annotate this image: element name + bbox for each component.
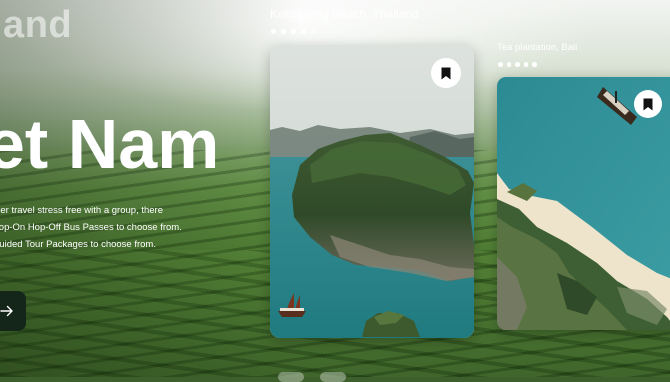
card-photo bbox=[270, 45, 474, 338]
bottom-pagination bbox=[278, 372, 346, 382]
rating-dot bbox=[498, 62, 503, 67]
rating-dot bbox=[515, 62, 520, 67]
card-location-label: Kekingking Beach, Thailand bbox=[270, 7, 419, 21]
bookmark-button[interactable] bbox=[634, 90, 662, 118]
rating-dot bbox=[523, 62, 528, 67]
arrow-right-icon bbox=[0, 305, 13, 317]
next-arrow-button[interactable] bbox=[0, 291, 26, 331]
hero-title: et Nam bbox=[0, 105, 220, 183]
pagination-pill[interactable] bbox=[320, 372, 346, 382]
destination-card-bali[interactable] bbox=[497, 77, 670, 330]
hero-description-line: rather travel stress free with a group, … bbox=[0, 205, 163, 216]
rating-dot bbox=[291, 29, 296, 34]
rating-dot bbox=[271, 29, 276, 34]
hero-description-line: e Guided Tour Packages to choose from. bbox=[0, 239, 156, 250]
hero-description-line: e Hop-On Hop-Off Bus Passes to choose fr… bbox=[0, 222, 182, 233]
bookmark-icon bbox=[643, 98, 653, 110]
pagination-pill[interactable] bbox=[278, 372, 304, 382]
card-rating-dots bbox=[271, 29, 316, 34]
rating-dot bbox=[506, 62, 511, 67]
rating-dot bbox=[301, 29, 306, 34]
bookmark-icon bbox=[441, 67, 451, 79]
rating-dot bbox=[532, 62, 537, 67]
card-location-label: Tea plantation, Bali bbox=[497, 42, 578, 53]
hero-description: rather travel stress free with a group, … bbox=[0, 202, 224, 253]
previous-country-title: land bbox=[0, 4, 73, 46]
bookmark-button[interactable] bbox=[431, 58, 461, 88]
destination-card-halong[interactable] bbox=[270, 45, 474, 338]
rating-dot bbox=[311, 29, 316, 34]
rating-dot bbox=[281, 29, 286, 34]
card-rating-dots bbox=[498, 62, 537, 67]
left-shade-overlay bbox=[0, 0, 300, 377]
